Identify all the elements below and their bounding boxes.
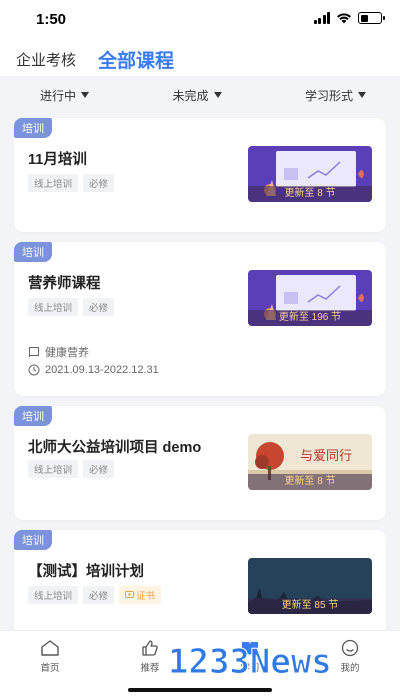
nav-recommend-label: 推荐	[140, 663, 160, 674]
course-tags: 线上培训 必修	[28, 298, 115, 316]
tab-all-courses[interactable]: 全部课程	[98, 46, 174, 73]
tag-online: 线上培训	[28, 586, 79, 604]
nav-home[interactable]: 首页	[20, 639, 80, 674]
course-title: 北师大公益培训项目 demo	[28, 440, 202, 456]
status-time: 1:50	[36, 11, 67, 28]
status-icons	[313, 12, 385, 24]
thumbs-up-icon	[142, 640, 158, 656]
flag-icon	[29, 347, 39, 357]
filter-completion-dropdown[interactable]: 未完成	[172, 87, 222, 104]
wifi-icon	[337, 13, 351, 24]
course-category: 健康营养	[28, 344, 89, 360]
course-date-range: 2021.09.13-2022.12.31	[28, 364, 159, 376]
battery-icon	[358, 12, 385, 24]
tab-enterprise-assessment[interactable]: 企业考核	[16, 49, 76, 70]
course-thumbnail: 更新至 8 节	[248, 146, 372, 202]
course-thumbnail: 更新至 196 节	[248, 270, 372, 326]
course-type-badge: 培训	[14, 406, 52, 426]
course-card[interactable]: 培训 11月培训 线上培训 必修 更新至 8 节	[14, 118, 386, 232]
signal-icon	[313, 12, 330, 24]
filter-status-label: 进行中	[40, 88, 77, 103]
profile-icon	[341, 639, 359, 657]
filter-completion-label: 未完成	[172, 88, 209, 103]
course-card[interactable]: 培训 【测试】培训计划 线上培训 必修 证书 更新至 85 节	[14, 530, 386, 644]
course-title: 【测试】培训计划	[28, 564, 144, 580]
course-tags: 线上培训 必修 证书	[28, 586, 162, 604]
course-update-caption: 更新至 8 节	[248, 474, 372, 490]
caret-down-icon	[81, 92, 90, 98]
filter-status-dropdown[interactable]: 进行中	[40, 87, 90, 104]
course-title: 11月培训	[28, 152, 87, 168]
thumbnail-art-text: 与爱同行	[300, 449, 352, 464]
tag-online: 线上培训	[28, 174, 79, 192]
filter-bar: 进行中 未完成 学习形式	[0, 80, 400, 110]
nav-home-label: 首页	[40, 663, 60, 674]
course-update-caption: 更新至 196 节	[248, 310, 372, 326]
course-date-text: 2021.09.13-2022.12.31	[45, 364, 159, 376]
course-title: 营养师课程	[28, 276, 101, 292]
filter-format-label: 学习形式	[304, 88, 353, 103]
course-type-badge: 培训	[14, 118, 52, 138]
course-list: 培训 11月培训 线上培训 必修 更新至 8 节 培训 营养师课程 线上培训 必…	[14, 118, 386, 654]
caret-down-icon	[357, 92, 366, 98]
course-thumbnail: 与爱同行 更新至 8 节	[248, 434, 372, 490]
tag-online: 线上培训	[28, 298, 79, 316]
watermark-logo: 1233News	[168, 642, 333, 683]
header: 企业考核 全部课程	[0, 40, 400, 76]
course-update-caption: 更新至 85 节	[248, 598, 372, 614]
certificate-icon	[125, 590, 135, 598]
status-bar: 1:50	[0, 0, 400, 40]
tag-required: 必修	[83, 174, 115, 192]
course-type-badge: 培训	[14, 530, 52, 550]
tag-required: 必修	[83, 460, 115, 478]
tag-required: 必修	[83, 298, 115, 316]
tag-required: 必修	[83, 586, 115, 604]
tag-online: 线上培训	[28, 460, 79, 478]
course-thumbnail: 更新至 85 节	[248, 558, 372, 614]
course-category-label: 健康营养	[45, 347, 89, 359]
filter-format-dropdown[interactable]: 学习形式	[305, 87, 366, 104]
tag-certificate: 证书	[119, 586, 162, 604]
course-update-caption: 更新至 8 节	[248, 186, 372, 202]
nav-mine-label: 我的	[340, 663, 360, 674]
course-tags: 线上培训 必修	[28, 174, 115, 192]
course-tags: 线上培训 必修	[28, 460, 115, 478]
course-type-badge: 培训	[14, 242, 52, 262]
home-indicator[interactable]	[128, 688, 272, 692]
caret-down-icon	[213, 92, 222, 98]
home-icon	[41, 640, 59, 656]
course-card[interactable]: 培训 营养师课程 线上培训 必修 更新至 196 节 健康营养 2021.09.…	[14, 242, 386, 396]
clock-icon	[28, 364, 40, 376]
course-card[interactable]: 培训 北师大公益培训项目 demo 线上培训 必修 与爱同行 更新至 8 节	[14, 406, 386, 520]
tag-certificate-label: 证书	[136, 591, 156, 602]
